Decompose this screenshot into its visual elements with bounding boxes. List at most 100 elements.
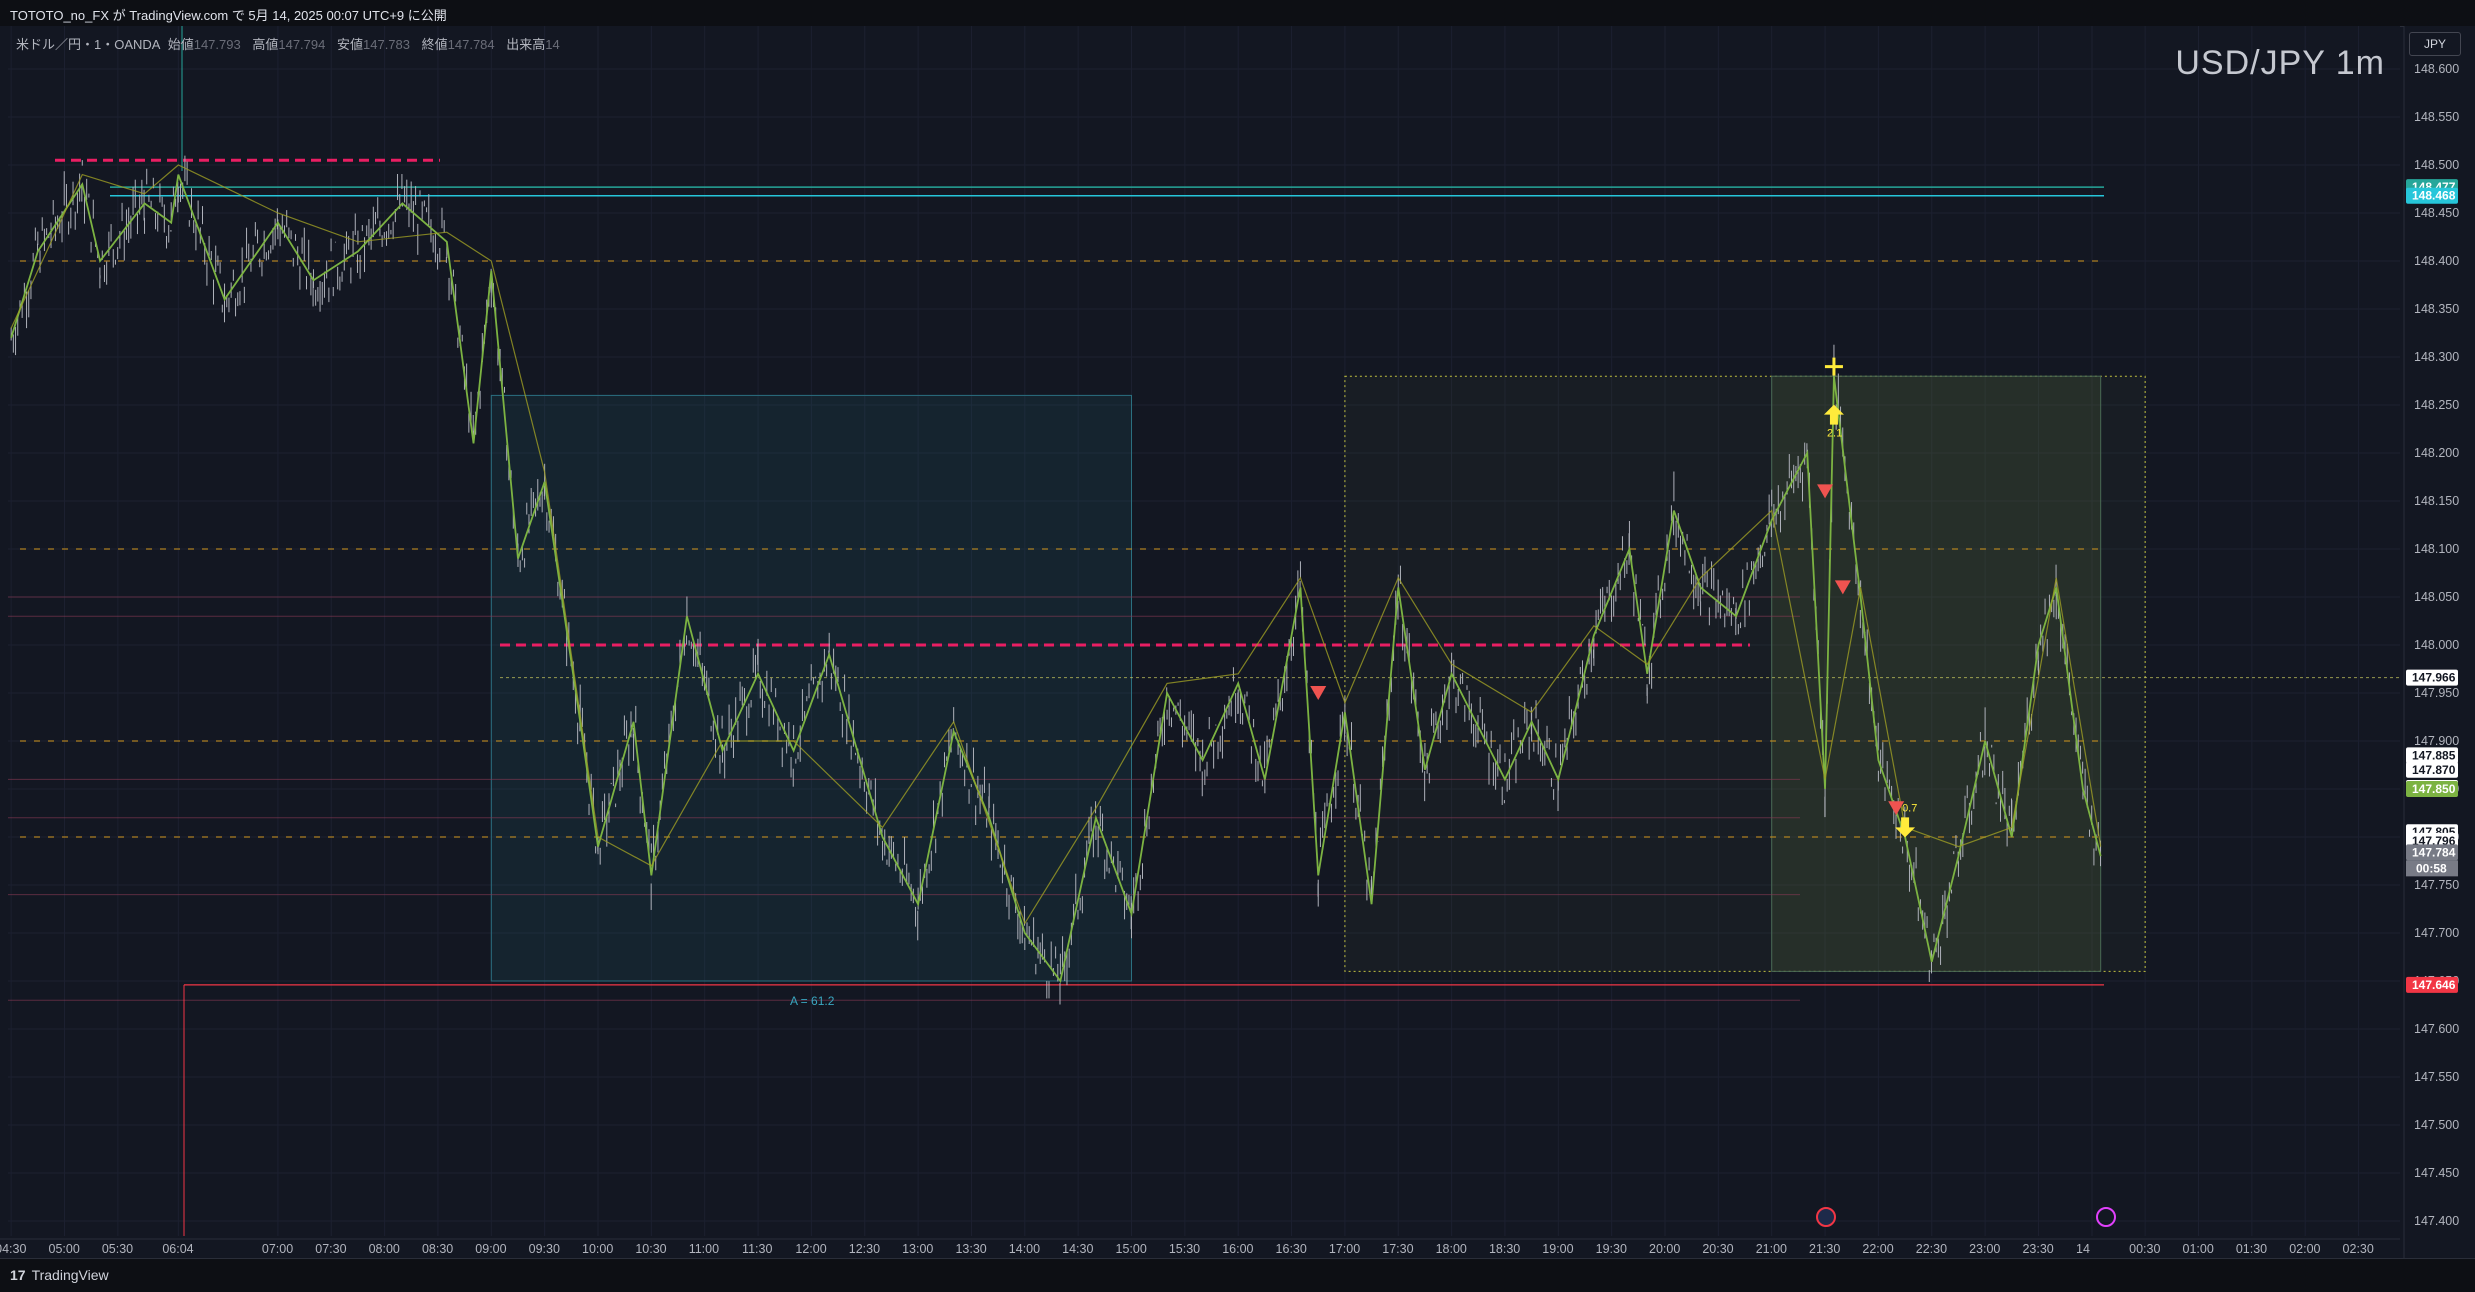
- price-tick-label: 148.400: [2414, 254, 2459, 268]
- publish-line: TOTOTO_no_FX が TradingView.com で 5月 14, …: [10, 8, 447, 23]
- price-tick-label: 148.500: [2414, 158, 2459, 172]
- low-value: 147.783: [363, 37, 410, 52]
- time-tick-label: 01:00: [2183, 1242, 2214, 1256]
- price-tick-label: 148.150: [2414, 494, 2459, 508]
- price-tick-label: 148.300: [2414, 350, 2459, 364]
- chart-svg[interactable]: 2.1 0.7 A = 61.2 148.600 148.550 148.500 148.4…: [0, 26, 2475, 1258]
- time-tick-label: 23:00: [1969, 1242, 2000, 1256]
- us-event-icon: [1816, 1207, 1836, 1227]
- price-tick-label: 147.450: [2414, 1166, 2459, 1180]
- price-tick-label: 148.100: [2414, 542, 2459, 556]
- time-tick-label: 19:00: [1542, 1242, 1573, 1256]
- time-tick-label: 17:00: [1329, 1242, 1360, 1256]
- time-tick-label: 18:00: [1436, 1242, 1467, 1256]
- time-tick-label: 15:30: [1169, 1242, 1200, 1256]
- price-tick-label: 148.350: [2414, 302, 2459, 316]
- volume-value: 14: [545, 37, 560, 52]
- price-tick-label: 148.600: [2414, 62, 2459, 76]
- open-label: 始値: [167, 37, 194, 52]
- brand-name: TradingView: [31, 1267, 109, 1283]
- price-badge-label: 147.646: [2412, 978, 2456, 992]
- price-badge-label: 147.966: [2412, 671, 2456, 685]
- ohlc-legend: 米ドル／円・1・OANDA 始値147.793 高値147.794 安値147.…: [16, 34, 568, 53]
- time-tick-label: 00:30: [2129, 1242, 2160, 1256]
- time-tick-label: 20:00: [1649, 1242, 1680, 1256]
- time-tick-label: 02:30: [2343, 1242, 2374, 1256]
- price-tick-label: 147.700: [2414, 926, 2459, 940]
- time-tick-label: 07:30: [315, 1242, 346, 1256]
- close-value: 147.784: [447, 37, 495, 52]
- time-tick-label: 19:30: [1596, 1242, 1627, 1256]
- time-tick-label: 15:00: [1116, 1242, 1147, 1256]
- time-tick-label: 22:30: [1916, 1242, 1947, 1256]
- time-tick-label: 09:30: [529, 1242, 560, 1256]
- time-tick-label: 21:00: [1756, 1242, 1787, 1256]
- price-tick-label: 148.050: [2414, 590, 2459, 604]
- time-tick-label: 13:30: [955, 1242, 986, 1256]
- time-tick-label: 10:00: [582, 1242, 613, 1256]
- currency-button[interactable]: JPY: [2409, 32, 2461, 56]
- tv-logo-icon: 17: [10, 1267, 26, 1283]
- time-tick-label: 20:30: [1702, 1242, 1733, 1256]
- lightning-event-icon: [2096, 1207, 2116, 1227]
- price-badge-label: 148.468: [2412, 189, 2456, 203]
- time-tick-label: 22:00: [1862, 1242, 1893, 1256]
- high-value: 147.794: [278, 37, 326, 52]
- time-tick-label: 14:30: [1062, 1242, 1093, 1256]
- signal-label-down: 0.7: [1902, 802, 1917, 814]
- high-label: 高値: [252, 37, 279, 52]
- price-tick-label: 147.400: [2414, 1214, 2459, 1228]
- price-badge-label: 147.870: [2412, 763, 2456, 777]
- price-tick-label: 147.500: [2414, 1118, 2459, 1132]
- price-tick-label: 148.200: [2414, 446, 2459, 460]
- annotation-a: A = 61.2: [790, 994, 835, 1008]
- time-tick-label: 12:00: [795, 1242, 826, 1256]
- price-tick-label: 148.250: [2414, 398, 2459, 412]
- price-tick-label: 147.950: [2414, 686, 2459, 700]
- symbol-watermark: USD/JPY 1m: [2175, 44, 2385, 82]
- price-tick-label: 147.900: [2414, 734, 2459, 748]
- tradingview-logo[interactable]: 17 TradingView: [10, 1267, 115, 1283]
- volume-label: 出来高: [506, 37, 546, 52]
- time-tick-label: 05:00: [49, 1242, 80, 1256]
- time-tick-label: 08:30: [422, 1242, 453, 1256]
- time-tick-label: 05:30: [102, 1242, 133, 1256]
- time-tick-label: 07:00: [262, 1242, 293, 1256]
- chart-area[interactable]: 2.1 0.7 A = 61.2 148.600 148.550 148.500 148.4…: [0, 26, 2475, 1258]
- price-badge-label: 147.850: [2412, 782, 2456, 796]
- price-tick-label: 148.450: [2414, 206, 2459, 220]
- time-tick-label: 13:00: [902, 1242, 933, 1256]
- time-tick-label: 06:04: [162, 1242, 193, 1256]
- price-tick-label: 147.600: [2414, 1022, 2459, 1036]
- time-tick-label: 16:00: [1222, 1242, 1253, 1256]
- price-tick-label: 148.550: [2414, 110, 2459, 124]
- time-tick-label: 12:30: [849, 1242, 880, 1256]
- price-tick-label: 148.000: [2414, 638, 2459, 652]
- time-tick-label: 10:30: [635, 1242, 666, 1256]
- signal-label-up: 2.1: [1827, 428, 1842, 440]
- price-tick-label: 147.750: [2414, 878, 2459, 892]
- time-tick-label: 01:30: [2236, 1242, 2267, 1256]
- time-tick-label: 21:30: [1809, 1242, 1840, 1256]
- publish-bar: TOTOTO_no_FX が TradingView.com で 5月 14, …: [0, 0, 2475, 27]
- time-tick-label: 17:30: [1382, 1242, 1413, 1256]
- time-tick-label: 09:00: [475, 1242, 506, 1256]
- time-tick-label: 02:00: [2289, 1242, 2320, 1256]
- time-tick-label: 11:30: [742, 1242, 772, 1256]
- time-tick-label: 14:00: [1009, 1242, 1040, 1256]
- countdown-label: 00:58: [2416, 861, 2447, 875]
- close-label: 終値: [421, 37, 448, 52]
- time-tick-label: 04:30: [0, 1242, 26, 1256]
- time-tick-label: 16:30: [1276, 1242, 1307, 1256]
- footer-bar: 17 TradingView: [0, 1258, 2475, 1292]
- time-tick-label: 18:30: [1489, 1242, 1520, 1256]
- time-tick-label: 23:30: [2022, 1242, 2053, 1256]
- symbol-label[interactable]: 米ドル／円・1・OANDA: [16, 37, 160, 52]
- time-tick-label: 14: [2076, 1242, 2090, 1256]
- time-tick-label: 11:00: [689, 1242, 719, 1256]
- price-tick-label: 147.550: [2414, 1070, 2459, 1084]
- low-label: 安値: [336, 37, 363, 52]
- time-tick-label: 08:00: [369, 1242, 400, 1256]
- range-box: [490, 394, 1132, 982]
- range-box: [1771, 375, 2102, 972]
